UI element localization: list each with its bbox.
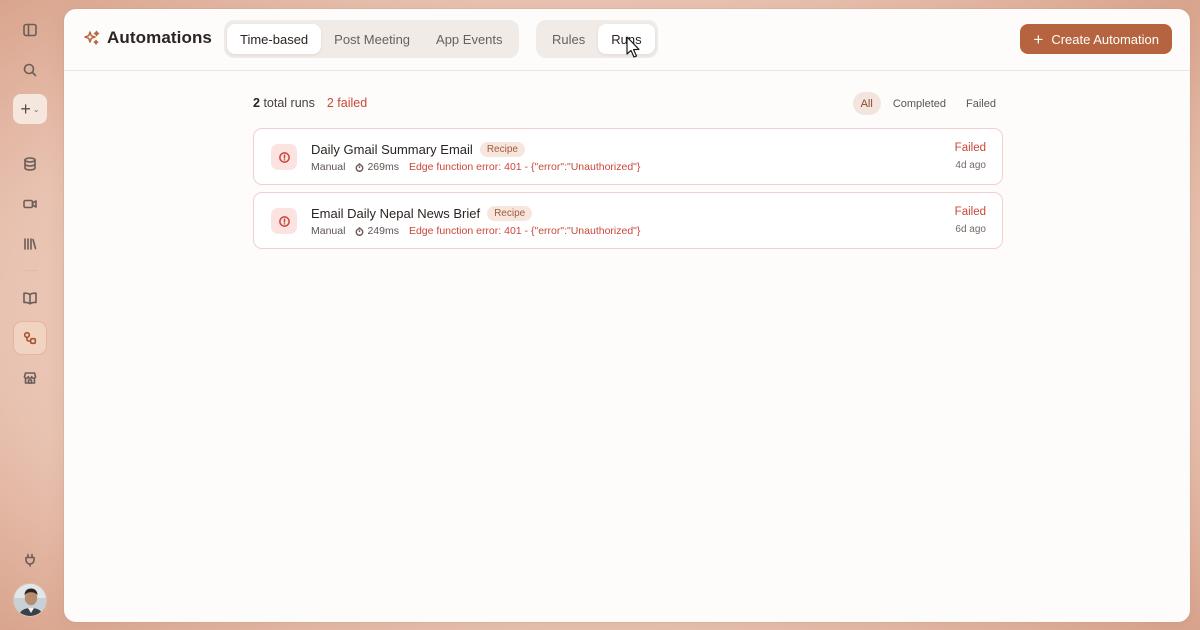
runs-summary: 2 total runs 2 failed	[253, 96, 367, 110]
tab-rules[interactable]: Rules	[539, 24, 598, 54]
automation-type-tabs: Time-based Post Meeting App Events	[224, 20, 519, 58]
total-runs-count: 2	[253, 96, 260, 110]
store-icon[interactable]	[13, 361, 47, 395]
run-duration: 269ms	[355, 161, 399, 173]
video-icon[interactable]	[13, 187, 47, 221]
filter-failed[interactable]: Failed	[958, 92, 1004, 115]
plug-icon[interactable]	[13, 543, 47, 577]
sidebar: + ⌄	[0, 0, 60, 630]
run-time: 6d ago	[955, 224, 986, 235]
recipe-badge: Recipe	[487, 206, 533, 221]
new-item-button[interactable]: + ⌄	[13, 94, 47, 124]
run-title-row: Daily Gmail Summary Email Recipe	[311, 142, 525, 157]
mouse-pointer-icon	[626, 36, 640, 58]
recipe-badge: Recipe	[479, 142, 525, 157]
run-trigger: Manual	[311, 161, 346, 173]
status-filters: All Completed Failed	[849, 92, 1004, 115]
timer-icon	[355, 226, 364, 236]
plus-icon: +	[1033, 29, 1044, 49]
panel-toggle-icon[interactable]	[13, 13, 47, 47]
run-title: Email Daily Nepal News Brief	[311, 206, 481, 221]
run-error: Edge function error: 401 - {"error":"Una…	[408, 225, 641, 237]
create-automation-label: Create Automation	[1051, 31, 1159, 47]
run-title: Daily Gmail Summary Email	[311, 142, 473, 157]
filter-all[interactable]: All	[852, 92, 881, 115]
timer-icon	[355, 162, 364, 172]
run-card[interactable]: Daily Gmail Summary Email Recipe Manual …	[253, 128, 1003, 185]
tab-app-events[interactable]: App Events	[423, 24, 516, 54]
run-status: Failed	[954, 206, 986, 218]
sparkles-icon	[84, 30, 100, 45]
run-error: Edge function error: 401 - {"error":"Una…	[408, 161, 641, 173]
run-duration-value: 249ms	[367, 225, 399, 237]
page-title: Automations	[107, 28, 212, 47]
run-trigger: Manual	[311, 225, 346, 237]
main-panel: Automations Time-based Post Meeting App …	[64, 9, 1190, 622]
plus-icon: +	[20, 98, 31, 119]
alert-circle-icon	[271, 144, 297, 170]
page-header: Automations	[83, 28, 212, 48]
chevron-down-icon: ⌄	[32, 104, 40, 114]
library-icon[interactable]	[13, 227, 47, 261]
automations-icon[interactable]	[13, 321, 47, 355]
run-meta: Manual 249ms Edge function error: 401 - …	[311, 225, 640, 237]
book-icon[interactable]	[13, 281, 47, 315]
run-title-row: Email Daily Nepal News Brief Recipe	[311, 206, 533, 221]
create-automation-button[interactable]: + Create Automation	[1020, 24, 1172, 54]
sidebar-divider	[22, 136, 38, 137]
run-card[interactable]: Email Daily Nepal News Brief Recipe Manu…	[253, 192, 1003, 249]
run-time: 4d ago	[955, 160, 986, 171]
sidebar-divider	[22, 270, 38, 271]
run-duration: 249ms	[355, 225, 399, 237]
alert-circle-icon	[271, 208, 297, 234]
tab-time-based[interactable]: Time-based	[227, 24, 322, 54]
database-icon[interactable]	[13, 147, 47, 181]
tab-post-meeting[interactable]: Post Meeting	[321, 24, 423, 54]
total-runs: 2 total runs	[253, 96, 315, 110]
run-meta: Manual 269ms Edge function error: 401 - …	[311, 161, 640, 173]
total-runs-label: total runs	[263, 96, 315, 110]
run-status: Failed	[954, 142, 986, 154]
search-icon[interactable]	[13, 53, 47, 87]
filter-completed[interactable]: Completed	[885, 92, 954, 115]
run-duration-value: 269ms	[367, 161, 399, 173]
failed-count: 2 failed	[326, 96, 368, 110]
avatar[interactable]	[13, 583, 47, 617]
